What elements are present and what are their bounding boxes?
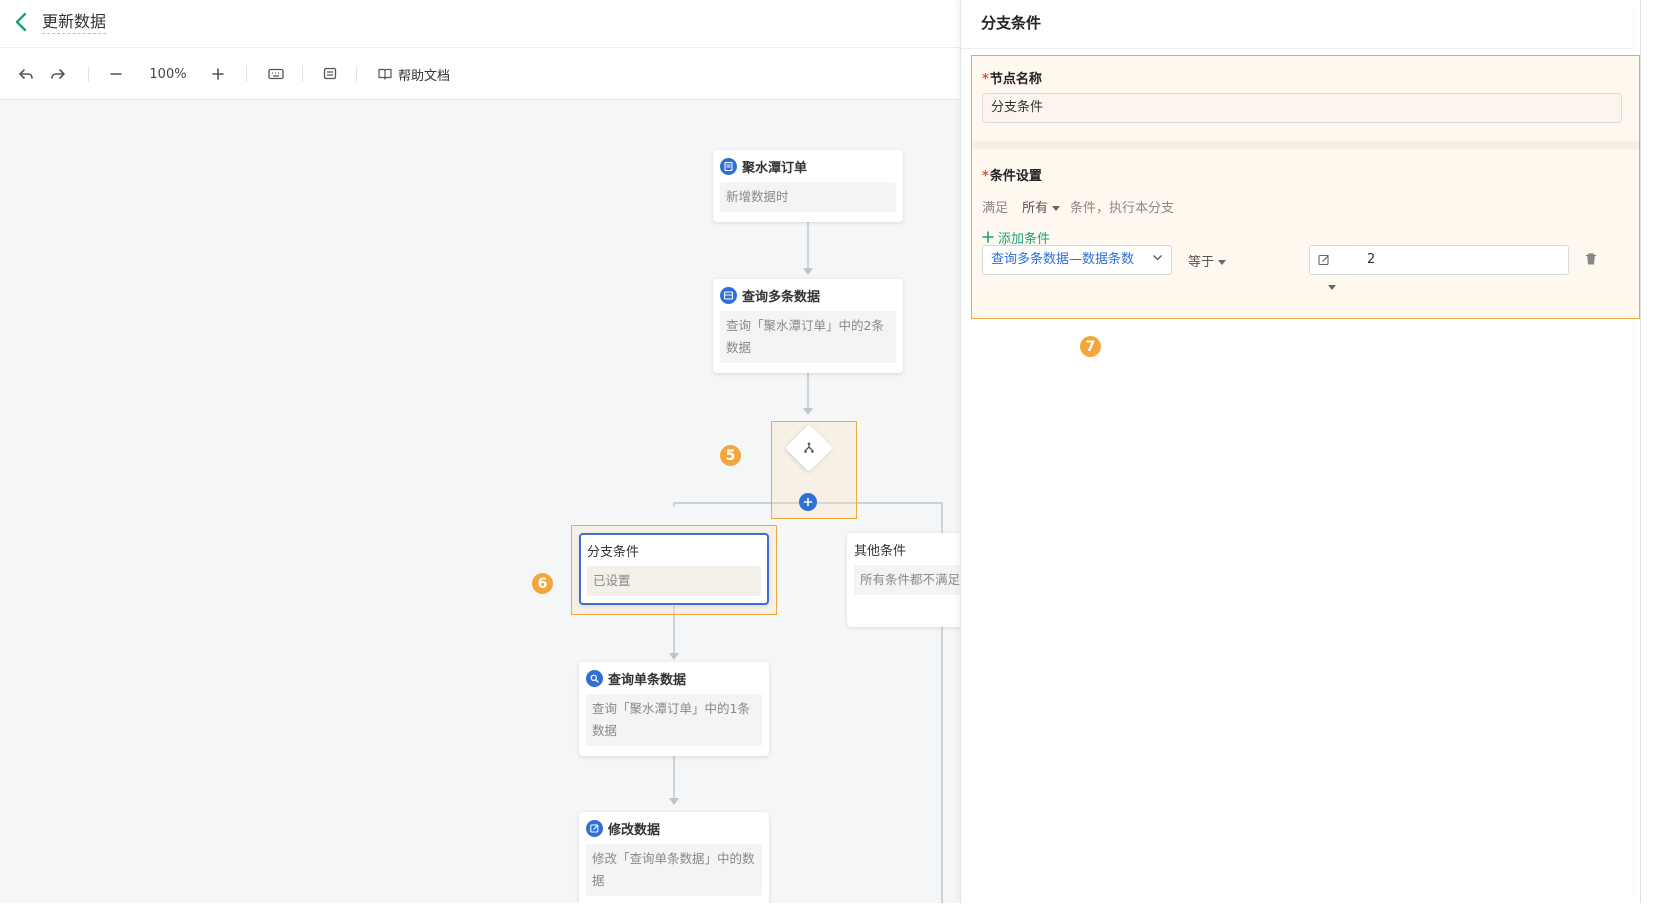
node-title: 聚水潭订单 — [742, 160, 808, 176]
node-description: 已设置 — [587, 566, 761, 596]
node-header: 分支条件 — [587, 540, 761, 560]
node-title: 修改数据 — [608, 822, 661, 838]
match-prefix: 满足 — [982, 200, 1009, 216]
toolbar-divider — [246, 66, 247, 82]
edit-icon — [586, 819, 603, 837]
node-description: 修改「查询单条数据」中的数据 — [586, 844, 762, 896]
condition-field-select[interactable]: 查询多条数据—数据条数 — [982, 245, 1172, 275]
toolbar-divider — [356, 66, 357, 82]
zoom-in-icon[interactable] — [206, 60, 230, 88]
caret-down-icon — [1218, 260, 1227, 265]
match-mode-dropdown[interactable]: 所有 — [1022, 197, 1061, 216]
step-badge-5: 5 — [720, 445, 741, 466]
node-description: 新增数据时 — [720, 182, 896, 212]
back-icon[interactable] — [10, 10, 34, 34]
node-description: 查询「聚水潭订单」中的2条数据 — [720, 311, 896, 363]
add-condition-label: 添加条件 — [998, 231, 1051, 247]
undo-icon[interactable] — [14, 60, 38, 88]
caret-down-icon — [1052, 205, 1061, 211]
match-rule-row: 满足 所有 条件，执行本分支 — [982, 196, 1174, 216]
help-docs-button[interactable]: 帮助文档 — [372, 60, 456, 88]
flow-node-query-multi[interactable]: 查询多条数据 查询「聚水潭订单」中的2条数据 — [713, 279, 903, 373]
toolbar-divider — [302, 66, 303, 82]
editor-header: 更新数据 — [0, 0, 960, 48]
node-title: 其他条件 — [854, 543, 907, 559]
condition-setting-label: *条件设置 — [982, 169, 1042, 184]
condition-field-value: 查询多条数据—数据条数 — [991, 252, 1135, 267]
condition-value-input[interactable]: 2 — [1359, 245, 1569, 275]
branch-icon — [800, 439, 818, 457]
editor-toolbar: 100% 帮助文档 — [0, 48, 960, 100]
toolbar-divider — [88, 66, 89, 82]
redo-icon[interactable] — [46, 60, 70, 88]
node-title: 查询多条数据 — [742, 289, 821, 305]
match-suffix: 条件，执行本分支 — [1070, 200, 1175, 216]
node-header: 聚水潭订单 — [720, 156, 896, 176]
flow-node-modify[interactable]: 修改数据 修改「查询单条数据」中的数据 — [579, 812, 769, 903]
keyboard-icon[interactable] — [264, 60, 288, 88]
node-description: 查询「聚水潭订单」中的1条数据 — [586, 694, 762, 746]
zoom-level: 100% — [149, 66, 187, 82]
node-header: 其他条件 — [854, 539, 960, 559]
flow-node-query-single[interactable]: 查询单条数据 查询「聚水潭订单」中的1条数据 — [579, 662, 769, 756]
add-node-icon[interactable] — [799, 493, 817, 511]
node-title: 分支条件 — [587, 544, 640, 560]
properties-panel: 分支条件 *节点名称 分支条件 *条件设置 满足 所有 条件，执行本分支 添加条… — [960, 0, 1640, 903]
panel-divider — [961, 48, 1633, 49]
edit-icon — [1318, 254, 1330, 266]
page-footer-blank — [0, 903, 1666, 923]
node-name-input[interactable]: 分支条件 — [982, 93, 1622, 123]
step-badge-7: 7 — [1080, 336, 1101, 357]
node-description: 所有条件都不满足本分支 — [854, 565, 960, 595]
condition-form: *节点名称 分支条件 *条件设置 满足 所有 条件，执行本分支 添加条件 查询多… — [971, 55, 1640, 319]
form-icon — [720, 157, 737, 175]
flow-node-trigger[interactable]: 聚水潭订单 新增数据时 — [713, 150, 903, 222]
section-divider — [972, 141, 1639, 149]
flow-node-other-condition[interactable]: 其他条件 所有条件都不满足本分支 — [847, 533, 960, 627]
node-header: 查询多条数据 — [720, 285, 896, 305]
add-condition-button[interactable]: 添加条件 — [982, 227, 1050, 247]
flow-canvas[interactable]: 聚水潭订单 新增数据时 查询多条数据 查询「聚水潭订单」中的2条数据 5 分支条… — [0, 100, 960, 903]
node-header: 查询单条数据 — [586, 668, 762, 688]
node-name-label: *节点名称 — [982, 72, 1042, 87]
trash-icon[interactable] — [1584, 251, 1600, 267]
scrollbar-track[interactable] — [1640, 0, 1666, 903]
step-badge-6: 6 — [532, 573, 553, 594]
page-title[interactable]: 更新数据 — [42, 11, 107, 34]
table-icon — [720, 286, 737, 304]
operator-dropdown[interactable]: 等于 — [1188, 251, 1227, 270]
zoom-out-icon[interactable] — [104, 60, 128, 88]
minimap-icon[interactable] — [318, 60, 342, 88]
book-icon — [378, 68, 392, 80]
panel-title: 分支条件 — [981, 14, 1042, 32]
value-type-select[interactable] — [1309, 245, 1361, 290]
caret-down-icon — [1328, 285, 1336, 290]
search-icon — [586, 669, 603, 687]
plus-icon — [982, 231, 994, 243]
chevron-down-icon — [1152, 246, 1163, 274]
node-header: 修改数据 — [586, 818, 762, 838]
help-docs-label: 帮助文档 — [397, 68, 450, 84]
node-title: 查询单条数据 — [608, 672, 687, 688]
flow-node-branch-condition[interactable]: 分支条件 已设置 — [579, 533, 769, 605]
